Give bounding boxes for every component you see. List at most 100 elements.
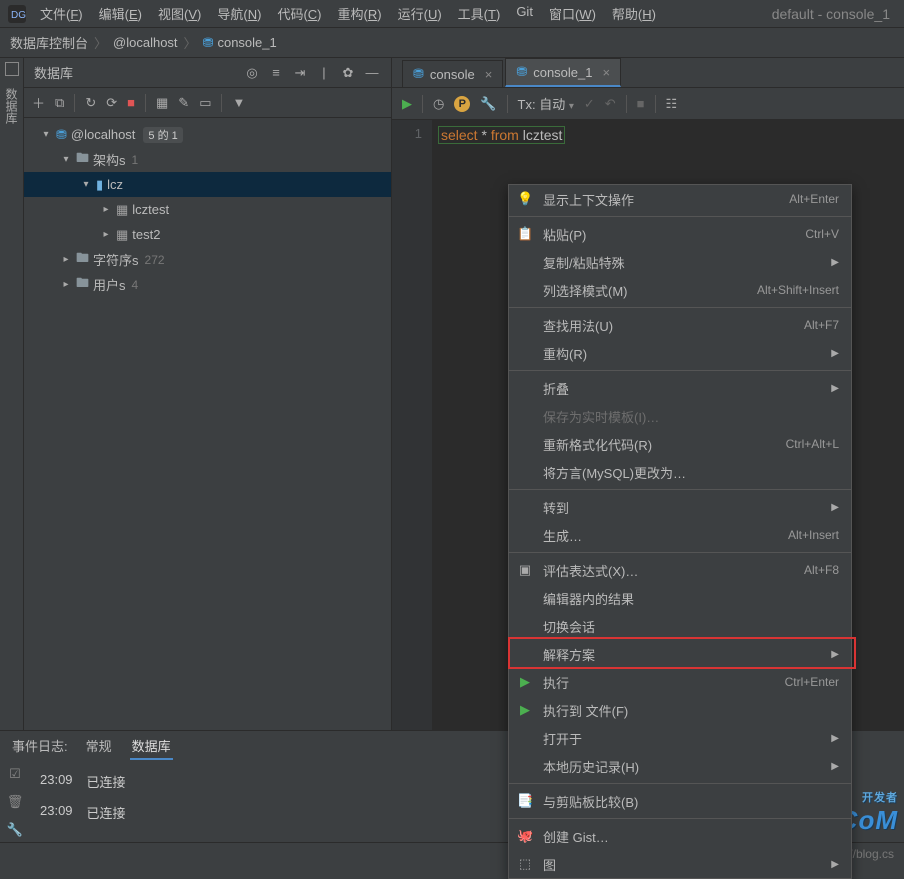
close-icon[interactable]: ×	[603, 65, 611, 80]
menu-item[interactable]: ▶执行到 文件(F)	[509, 696, 851, 724]
submenu-arrow-icon: ▶	[831, 257, 839, 268]
rollback-icon[interactable]: ↶	[605, 96, 616, 112]
menu-代码[interactable]: 代码(C)	[271, 2, 327, 25]
menu-item[interactable]: 转到▶	[509, 493, 851, 521]
chevron-icon[interactable]: ▸	[60, 254, 72, 265]
add-icon[interactable]: ＋	[32, 93, 45, 112]
context-menu[interactable]: 💡显示上下文操作Alt+Enter📋粘贴(P)Ctrl+V复制/粘贴特殊▶列选择…	[508, 184, 852, 879]
menu-item[interactable]: 切换会话	[509, 612, 851, 640]
profile-icon[interactable]: P	[454, 96, 470, 112]
tree-row[interactable]: ▸🖿字符序s272	[24, 247, 391, 272]
duplicate-icon[interactable]: ⧉	[55, 95, 64, 111]
ddl-icon[interactable]: ▭	[199, 95, 211, 111]
tx-mode-dropdown[interactable]: Tx: 自动 ▾	[518, 94, 574, 113]
menu-item[interactable]: ⬚图▶	[509, 850, 851, 878]
menu-item[interactable]: 📋粘贴(P)Ctrl+V	[509, 220, 851, 248]
submenu-arrow-icon: ▶	[831, 649, 839, 660]
editor-tab[interactable]: ⛃console×	[402, 60, 503, 87]
tree-row[interactable]: ▾⛃@localhost5 的 1	[24, 122, 391, 147]
menu-item[interactable]: 查找用法(U)Alt+F7	[509, 311, 851, 339]
stop-query-icon[interactable]: ■	[637, 96, 645, 111]
chevron-icon[interactable]: ▸	[60, 279, 72, 290]
database-tree[interactable]: ▾⛃@localhost5 的 1▾🖿架构s1▾▮lcz▸▦lcztest▸▦t…	[24, 118, 391, 730]
sync-icon[interactable]: ⟳	[106, 95, 117, 111]
tree-row[interactable]: ▸▦test2	[24, 222, 391, 247]
menu-Git[interactable]: Git	[510, 2, 539, 25]
tree-row[interactable]: ▾▮lcz	[24, 172, 391, 197]
menu-item[interactable]: 💡显示上下文操作Alt+Enter	[509, 185, 851, 213]
menu-item[interactable]: 生成…Alt+Insert	[509, 521, 851, 549]
menu-label: 重新格式化代码(R)	[543, 435, 776, 454]
menu-视图[interactable]: 视图(V)	[152, 2, 207, 25]
menu-运行[interactable]: 运行(U)	[392, 2, 448, 25]
edit-icon[interactable]: ✎	[178, 95, 189, 111]
menu-重构[interactable]: 重构(R)	[332, 2, 388, 25]
tree-label: lcz	[107, 177, 123, 192]
menu-item[interactable]: ▣评估表达式(X)…Alt+F8	[509, 556, 851, 584]
clip-icon: 📑	[517, 793, 533, 809]
menu-编辑[interactable]: 编辑(E)	[93, 2, 148, 25]
menu-item[interactable]: 📑与剪贴板比较(B)	[509, 787, 851, 815]
stop-icon[interactable]: ■	[127, 95, 135, 110]
menu-item[interactable]: 🐙创建 Gist…	[509, 822, 851, 850]
refresh-icon[interactable]: ↻	[85, 95, 96, 111]
menu-item[interactable]: 列选择模式(M)Alt+Shift+Insert	[509, 276, 851, 304]
submenu-arrow-icon: ▶	[831, 859, 839, 870]
wrench-icon[interactable]: 🔧	[7, 822, 23, 838]
settings-icon[interactable]: ✿	[339, 65, 357, 81]
menu-item[interactable]: 编辑器内的结果	[509, 584, 851, 612]
layout-icon[interactable]: ☷	[666, 96, 678, 112]
bulb-icon: 💡	[517, 191, 533, 207]
menu-item[interactable]: 复制/粘贴特殊▶	[509, 248, 851, 276]
submenu-arrow-icon: ▶	[831, 348, 839, 359]
close-icon[interactable]: ×	[485, 67, 493, 82]
chevron-icon[interactable]: ▸	[100, 229, 112, 240]
tree-row[interactable]: ▸🖿用户s4	[24, 272, 391, 297]
bottom-tab[interactable]: 常规	[84, 735, 114, 758]
chevron-icon[interactable]: ▾	[40, 129, 52, 140]
menu-item[interactable]: 重构(R)▶	[509, 339, 851, 367]
history-icon[interactable]: ◷	[433, 96, 444, 112]
divider-icon: |	[315, 65, 333, 80]
menu-工具[interactable]: 工具(T)	[452, 2, 507, 25]
chevron-icon[interactable]: ▾	[80, 179, 92, 190]
menu-item[interactable]: 解释方案▶	[509, 640, 851, 668]
menu-帮助[interactable]: 帮助(H)	[606, 2, 662, 25]
trash-icon[interactable]: 🗑	[7, 794, 24, 810]
tree-row[interactable]: ▾🖿架构s1	[24, 147, 391, 172]
database-tool-icon[interactable]	[5, 62, 19, 76]
menu-label: 显示上下文操作	[543, 190, 779, 209]
expand-icon[interactable]: ≡	[267, 65, 285, 80]
bottom-tab[interactable]: 数据库	[130, 735, 173, 760]
filter-icon[interactable]: ▼	[232, 95, 245, 110]
editor-tab[interactable]: ⛃console_1×	[505, 58, 621, 87]
breadcrumb-item[interactable]: ⛃ console_1	[203, 35, 277, 51]
menu-窗口[interactable]: 窗口(W)	[543, 2, 602, 25]
menu-导航[interactable]: 导航(N)	[211, 2, 267, 25]
menu-bar: 文件(F)编辑(E)视图(V)导航(N)代码(C)重构(R)运行(U)工具(T)…	[34, 2, 662, 25]
breadcrumb-item[interactable]: 数据库控制台	[10, 33, 88, 52]
tree-row[interactable]: ▸▦lcztest	[24, 197, 391, 222]
menu-item[interactable]: 本地历史记录(H)▶	[509, 752, 851, 780]
count-badge: 5 的 1	[143, 127, 182, 143]
collapse-icon[interactable]: ⇥	[291, 65, 309, 81]
menu-item[interactable]: 折叠▶	[509, 374, 851, 402]
chevron-icon[interactable]: ▸	[100, 204, 112, 215]
menu-文件[interactable]: 文件(F)	[34, 2, 89, 25]
wrench-icon[interactable]: 🔧	[480, 96, 496, 112]
run-icon[interactable]: ▶	[402, 96, 412, 112]
breadcrumb-item[interactable]: @localhost	[113, 35, 178, 50]
menu-item[interactable]: ▶执行Ctrl+Enter	[509, 668, 851, 696]
hide-icon[interactable]: —	[363, 65, 381, 80]
side-tab-label[interactable]: 数据库	[3, 82, 20, 130]
panel-title: 数据库	[34, 63, 237, 82]
menu-item[interactable]: 打开于▶	[509, 724, 851, 752]
play-icon: ▶	[517, 674, 533, 690]
menu-item[interactable]: 重新格式化代码(R)Ctrl+Alt+L	[509, 430, 851, 458]
table-icon[interactable]: ▦	[156, 95, 168, 111]
chevron-icon[interactable]: ▾	[60, 154, 72, 165]
commit-icon[interactable]: ✓	[584, 96, 595, 112]
menu-item[interactable]: 将方言(MySQL)更改为…	[509, 458, 851, 486]
checklist-icon[interactable]: ☑	[9, 766, 21, 782]
target-icon[interactable]: ◎	[243, 65, 261, 81]
